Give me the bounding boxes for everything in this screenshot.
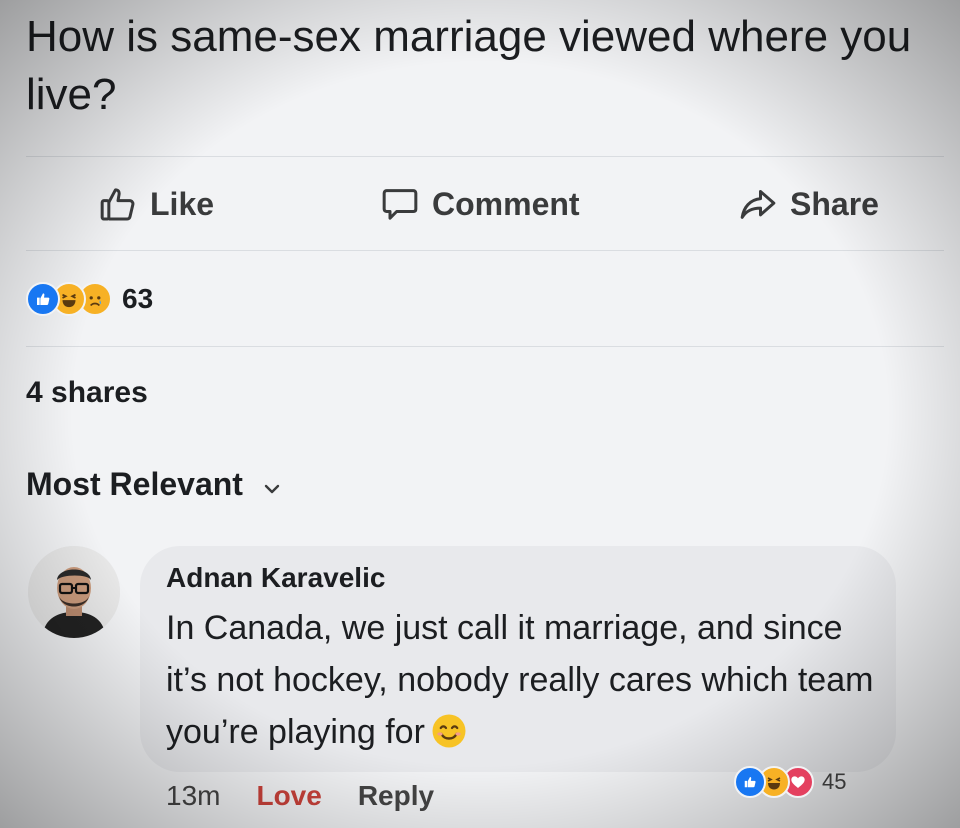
smiling-face-emoji-icon (431, 712, 467, 748)
avatar[interactable] (28, 546, 120, 638)
comment-meta: 13m Love Reply (166, 780, 434, 812)
reply-button[interactable]: Reply (358, 780, 434, 812)
comment-reactions-summary[interactable]: 45 (734, 766, 846, 798)
like-label: Like (150, 185, 215, 222)
chevron-down-icon (263, 466, 281, 503)
post-actions-bar: Like Comment Share (0, 176, 960, 232)
comment-reaction-count: 45 (822, 769, 847, 794)
comment-bubble-icon (380, 184, 420, 224)
share-arrow-icon (738, 184, 778, 224)
sort-dropdown[interactable]: Most Relevant (26, 466, 281, 503)
thumbs-up-icon (98, 184, 138, 224)
like-button[interactable]: Like (98, 176, 214, 232)
divider (26, 346, 944, 347)
comment-button[interactable]: Comment (380, 176, 580, 232)
share-label: Share (790, 185, 879, 222)
divider (26, 250, 944, 251)
divider (26, 156, 944, 157)
comment-author[interactable]: Adnan Karavelic (166, 562, 385, 594)
like-reaction-icon (26, 282, 60, 316)
comment-label: Comment (432, 185, 580, 222)
post-text: How is same-sex marriage viewed where yo… (26, 12, 912, 119)
sort-label: Most Relevant (26, 466, 243, 502)
share-button[interactable]: Share (738, 176, 879, 232)
comment-body: In Canada, we just call it marriage, and… (166, 609, 874, 751)
comment-timestamp[interactable]: 13m (166, 780, 220, 812)
reaction-count: 63 (122, 283, 154, 314)
post-reactions-summary[interactable]: 63 (26, 280, 153, 318)
like-reaction-icon (734, 766, 766, 798)
love-reaction-button[interactable]: Love (256, 780, 321, 812)
shares-count[interactable]: 4 shares (26, 376, 148, 410)
comment-text: In Canada, we just call it marriage, and… (166, 602, 886, 758)
